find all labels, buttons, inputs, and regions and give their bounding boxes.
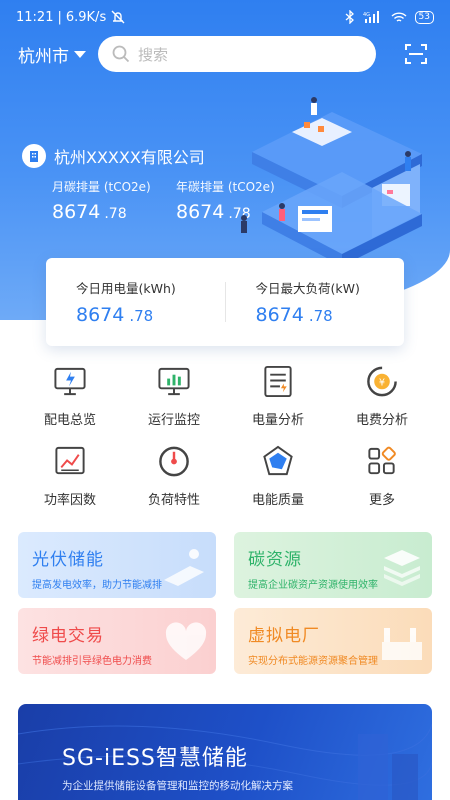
today-power-value: 8674.78: [76, 304, 154, 326]
bluetooth-icon: [345, 10, 354, 24]
tile-green-power-trading[interactable]: 绿电交易 节能减排引导绿色电力消费: [18, 608, 216, 674]
isometric-office-illustration: [241, 97, 422, 266]
today-power-label: 今日用电量(kWh): [76, 281, 176, 296]
yuan-gauge-icon: ¥: [367, 366, 397, 397]
radar-icon: [263, 445, 293, 476]
gauge-icon: [159, 446, 189, 477]
today-load-label: 今日最大负荷(kW): [255, 281, 360, 296]
factory-icon: [382, 628, 422, 660]
search-icon: [112, 45, 130, 63]
document-list-icon: [264, 365, 292, 398]
monthly-carbon: 月碳排量 (tCO2e) 8674.78: [52, 178, 151, 223]
menu-item-load-characteristics[interactable]: 负荷特性: [122, 444, 226, 508]
city-selector[interactable]: 杭州市: [18, 42, 86, 67]
city-label: 杭州市: [18, 46, 69, 67]
svg-text:¥: ¥: [379, 377, 385, 388]
battery-icon: 53: [414, 10, 434, 24]
solar-panel-icon: [164, 549, 204, 586]
tile-carbon-resource[interactable]: 碳资源 提高企业碳资产资源使用效率: [234, 532, 432, 598]
top-bar: 杭州市 搜索: [0, 34, 450, 74]
caret-down-icon: [74, 50, 86, 58]
menu-item-cost-analysis[interactable]: ¥ 电费分析: [330, 364, 434, 428]
monthly-carbon-label: 月碳排量 (tCO2e): [52, 180, 151, 194]
today-load-value: 8674.78: [255, 304, 333, 326]
wifi-icon: [391, 11, 407, 22]
menu-item-power-quality[interactable]: 电能质量: [226, 444, 330, 508]
promo-banner[interactable]: SG-iESS智慧储能 为企业提供储能设备管理和监控的移动化解决方案: [18, 704, 432, 800]
company-header: 杭州XXXXX有限公司: [22, 144, 205, 168]
menu-item-distribution-overview[interactable]: 配电总览: [18, 364, 122, 428]
status-speed: 6.9K/s: [65, 9, 107, 25]
grid-more-icon: [368, 446, 396, 475]
layers-icon: [384, 550, 420, 586]
scan-icon[interactable]: [404, 42, 428, 66]
monitor-chart-icon: [158, 367, 190, 396]
today-power: 今日用电量(kWh) 8674.78: [46, 278, 225, 326]
status-bar: 11:21 | 6.9K/s 4G 53: [0, 0, 450, 34]
today-load: 今日最大负荷(kW) 8674.78: [226, 278, 405, 326]
handshake-icon: [165, 622, 207, 660]
menu-item-more[interactable]: 更多: [330, 444, 434, 508]
building-icon: [22, 144, 46, 168]
today-summary-card: 今日用电量(kWh) 8674.78 今日最大负荷(kW) 8674.78: [46, 258, 404, 346]
signal-icon: 4G: [363, 11, 379, 23]
monitor-bolt-icon: [54, 367, 86, 396]
menu-item-power-factor[interactable]: 功率因数: [18, 444, 122, 508]
search-placeholder: 搜索: [138, 45, 169, 64]
menu-item-energy-analysis[interactable]: 电量分析: [226, 364, 330, 428]
banner-subtitle: 为企业提供储能设备管理和监控的移动化解决方案: [62, 780, 293, 792]
menu-item-operation-monitoring[interactable]: 运行监控: [122, 364, 226, 428]
tile-solar-storage[interactable]: 光伏储能 提高发电效率，助力节能减排: [18, 532, 216, 598]
monthly-carbon-value: 8674.78: [52, 201, 127, 223]
status-time: 11:21: [16, 9, 54, 25]
search-input[interactable]: 搜索: [98, 36, 376, 72]
line-chart-icon: [55, 446, 85, 475]
company-name: 杭州XXXXX有限公司: [54, 148, 205, 167]
banner-title: SG-iESS智慧储能: [62, 746, 248, 771]
mute-icon: [111, 10, 125, 24]
tile-virtual-power-plant[interactable]: 虚拟电厂 实现分布式能源资源聚合管理: [234, 608, 432, 674]
function-grid: 配电总览 运行监控 电量分析 ¥ 电费分析 功率因数 负荷特性 电能质量 更多: [18, 364, 434, 508]
